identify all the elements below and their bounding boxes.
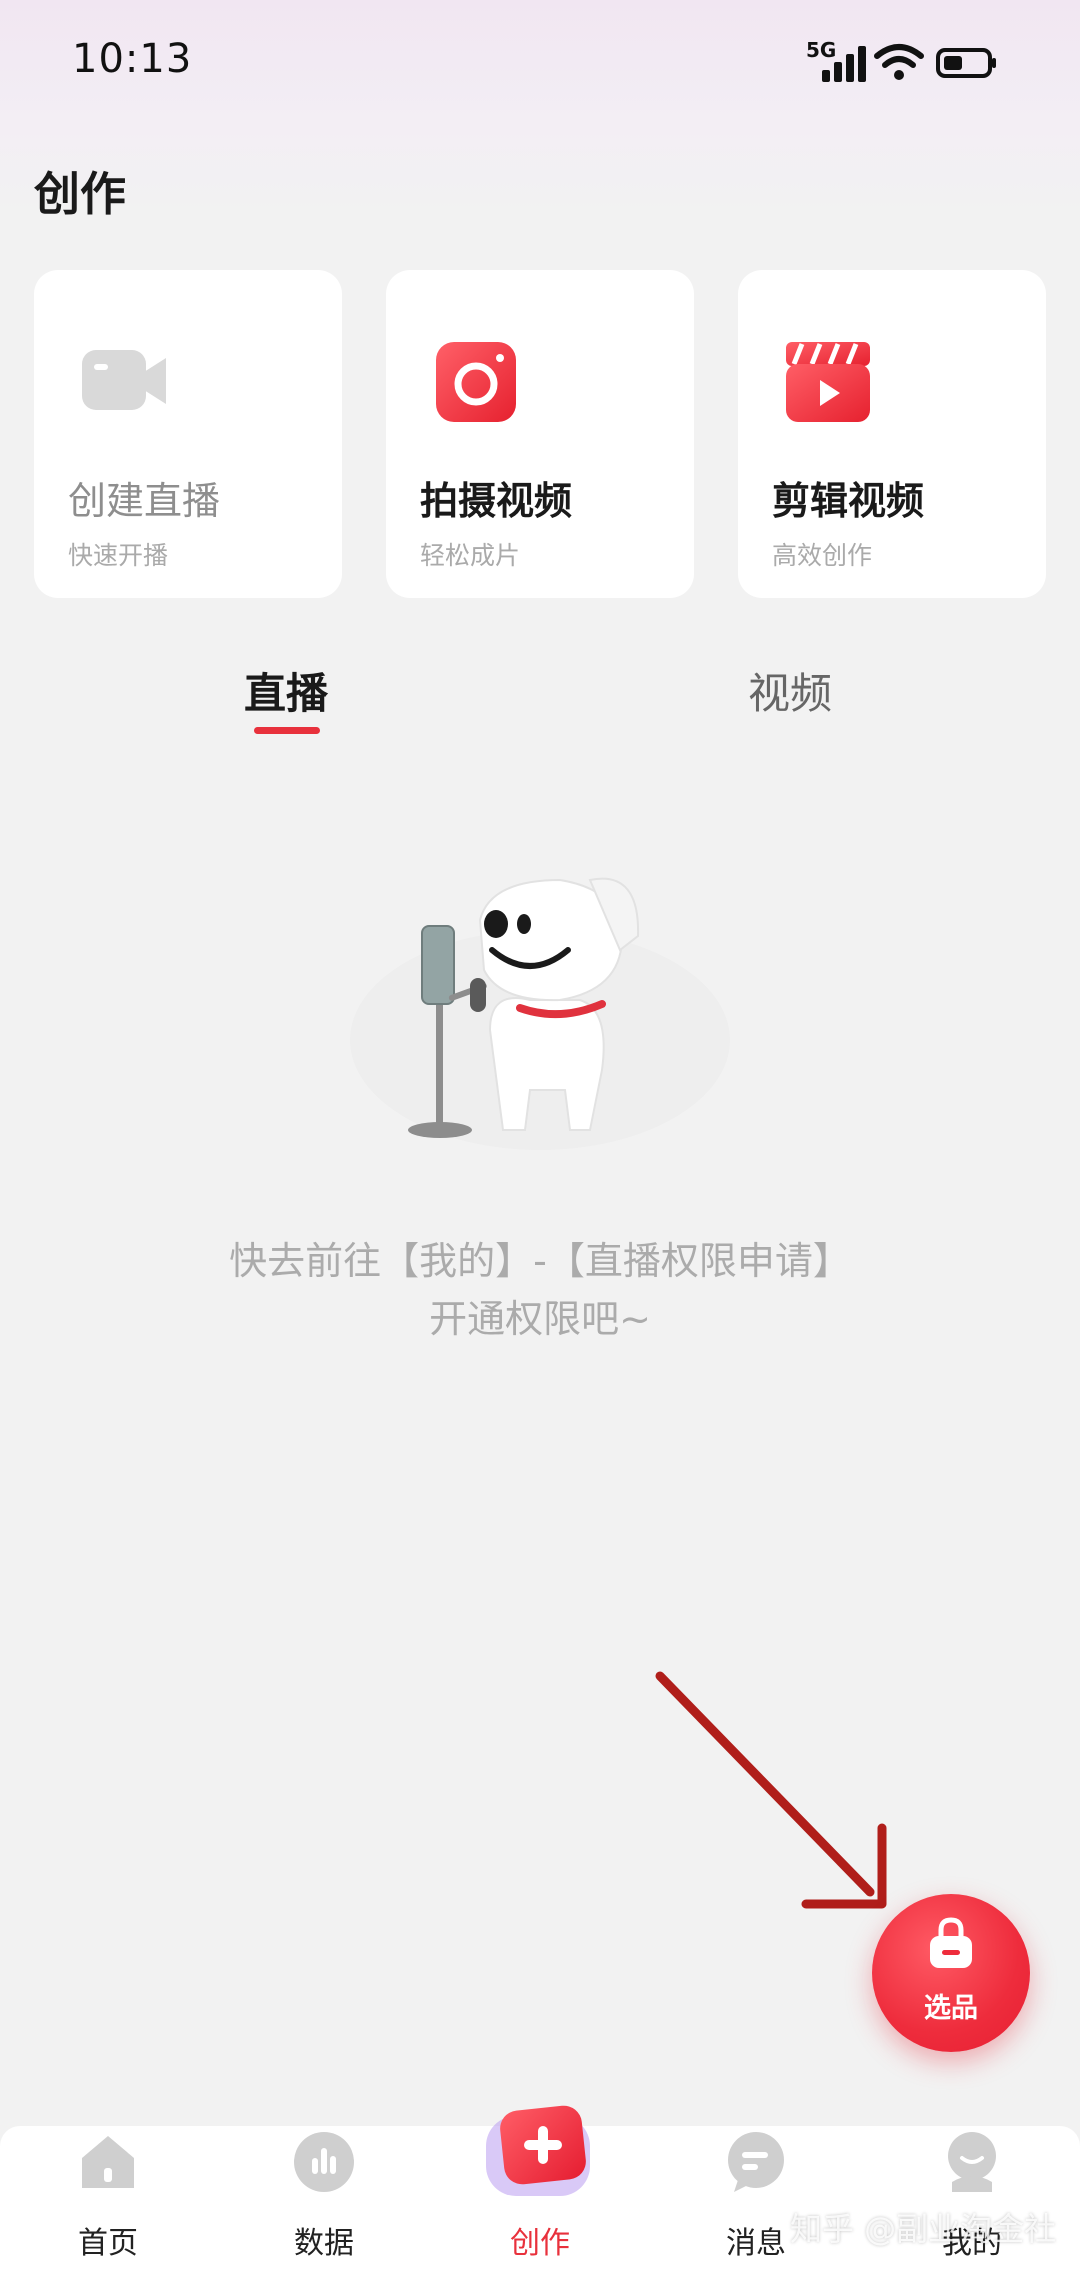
battery-icon xyxy=(936,48,996,78)
page-title: 创作 xyxy=(34,167,126,221)
card-title: 拍摄视频 xyxy=(420,479,573,523)
card-subtitle: 高效创作 xyxy=(772,541,873,570)
wifi-icon xyxy=(874,44,924,80)
create-live-card[interactable]: 创建直播 快速开播 xyxy=(34,270,342,598)
active-tab-indicator xyxy=(254,727,320,734)
fab-label: 选品 xyxy=(924,1993,978,2024)
home-icon xyxy=(82,2136,134,2188)
empty-state-message: 快去前往【我的】-【直播权限申请】 开通权限吧~ xyxy=(0,1232,1080,1348)
clapperboard-icon xyxy=(786,342,870,422)
nav-label: 创作 xyxy=(510,2226,570,2261)
status-time: 10:13 xyxy=(72,36,193,82)
status-bar: 10:13 5G xyxy=(0,0,1080,120)
signal-icon xyxy=(822,46,866,82)
shopping-bag-icon xyxy=(930,1917,972,1968)
nav-item-home[interactable]: 首页 xyxy=(38,2126,178,2282)
empty-state-line-1: 快去前往【我的】-【直播权限申请】 xyxy=(229,1239,851,1283)
profile-icon xyxy=(948,2132,996,2192)
card-title: 剪辑视频 xyxy=(772,479,925,523)
select-products-button[interactable]: 选品 xyxy=(872,1894,1030,2052)
tab-video[interactable]: 视频 xyxy=(748,660,832,721)
card-subtitle: 快速开播 xyxy=(68,541,169,570)
card-title: 创建直播 xyxy=(68,479,221,523)
message-icon xyxy=(728,2132,784,2192)
nav-label: 首页 xyxy=(78,2226,138,2261)
watermark: 知乎 @副业淘金社 xyxy=(790,2210,1057,2248)
annotation-arrow-icon xyxy=(655,1671,887,1909)
tab-live[interactable]: 直播 xyxy=(244,660,328,721)
camera-icon xyxy=(436,342,516,422)
empty-state-line-2: 开通权限吧~ xyxy=(429,1297,651,1341)
plus-icon[interactable] xyxy=(480,2100,600,2204)
mascot-illustration xyxy=(350,877,730,1150)
nav-item-data[interactable]: 数据 xyxy=(254,2126,394,2282)
card-subtitle: 轻松成片 xyxy=(420,541,521,570)
nav-label: 数据 xyxy=(294,2226,354,2261)
bar-chart-icon xyxy=(294,2132,354,2192)
edit-video-card[interactable]: 剪辑视频 高效创作 xyxy=(738,270,1046,598)
video-camera-icon xyxy=(82,350,166,410)
shoot-video-card[interactable]: 拍摄视频 轻松成片 xyxy=(386,270,694,598)
